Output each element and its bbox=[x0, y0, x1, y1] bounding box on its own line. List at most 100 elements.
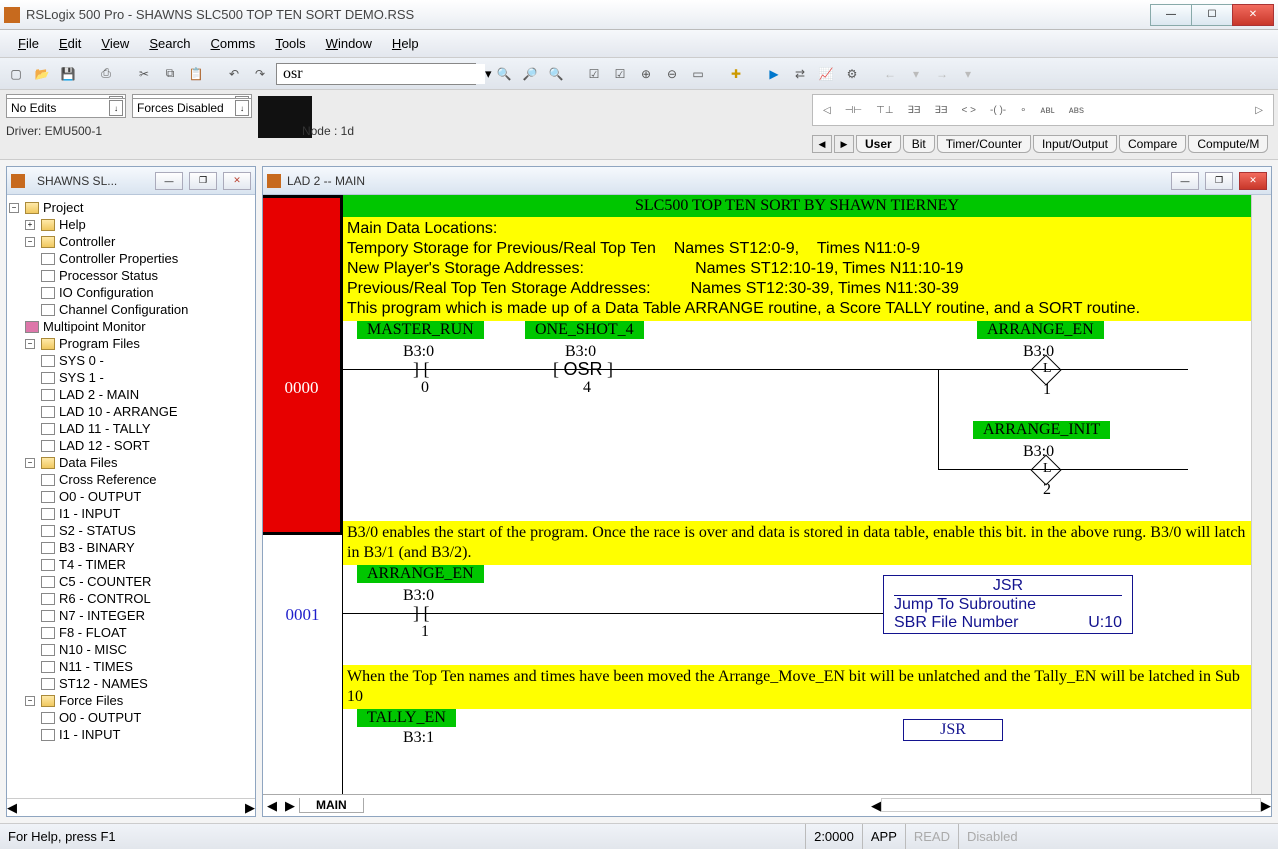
forces-disabled[interactable]: Forces Disabled↓ bbox=[132, 98, 252, 118]
open-icon[interactable]: 📂 bbox=[32, 64, 52, 84]
tree-lad10[interactable]: LAD 10 - ARRANGE bbox=[59, 404, 178, 419]
ladder-vscroll[interactable] bbox=[1251, 195, 1271, 794]
menu-file[interactable]: File bbox=[8, 34, 49, 53]
cut-icon[interactable]: ✂ bbox=[134, 64, 154, 84]
instr-icon[interactable]: ∃Ǝ bbox=[908, 105, 921, 116]
ladder-restore-button[interactable]: ❐ bbox=[1205, 172, 1233, 190]
instr-icon[interactable]: ᴀʙs bbox=[1069, 105, 1084, 116]
tab-left-icon[interactable]: ◀ bbox=[263, 798, 281, 814]
tree-i1[interactable]: I1 - INPUT bbox=[59, 506, 120, 521]
tree-o0[interactable]: O0 - OUTPUT bbox=[59, 489, 141, 504]
expander-icon[interactable]: − bbox=[25, 237, 35, 247]
menu-search[interactable]: Search bbox=[139, 34, 200, 53]
tree-fo0[interactable]: O0 - OUTPUT bbox=[59, 710, 141, 725]
tab-bit[interactable]: Bit bbox=[903, 135, 935, 153]
tab-io[interactable]: Input/Output bbox=[1033, 135, 1117, 153]
dropdown-icon[interactable]: ▾ bbox=[485, 66, 492, 82]
tree-force-files[interactable]: Force Files bbox=[59, 693, 123, 708]
menu-view[interactable]: View bbox=[91, 34, 139, 53]
tree-n11[interactable]: N11 - TIMES bbox=[59, 659, 133, 674]
instr-icon[interactable]: ᴀʙʟ bbox=[1040, 105, 1054, 116]
palette-left-icon[interactable]: ◁ bbox=[823, 105, 831, 116]
undo-icon[interactable]: ↶ bbox=[224, 64, 244, 84]
tree-close-button[interactable]: ✕ bbox=[223, 172, 251, 190]
project-tree[interactable]: −Project +Help −Controller Controller Pr… bbox=[7, 195, 255, 798]
menu-tools[interactable]: Tools bbox=[265, 34, 315, 53]
tree-chan-config[interactable]: Channel Configuration bbox=[59, 302, 188, 317]
tree-help[interactable]: Help bbox=[59, 217, 86, 232]
tree-project[interactable]: Project bbox=[43, 200, 83, 215]
find-prev-icon[interactable]: 🔍 bbox=[546, 64, 566, 84]
ladder-hscroll[interactable]: ◀▶ bbox=[364, 798, 1271, 814]
tree-xref[interactable]: Cross Reference bbox=[59, 472, 157, 487]
tree-f8[interactable]: F8 - FLOAT bbox=[59, 625, 127, 640]
tool-icon[interactable]: ⚙ bbox=[842, 64, 862, 84]
go-online-icon[interactable]: ⇄ bbox=[790, 64, 810, 84]
paste-icon[interactable]: 📋 bbox=[186, 64, 206, 84]
jsr-instruction[interactable]: JSR bbox=[903, 719, 1003, 741]
expander-icon[interactable]: − bbox=[25, 458, 35, 468]
ladder-editor[interactable]: SLC500 TOP TEN SORT BY SHAWN TIERNEY Mai… bbox=[343, 195, 1251, 794]
save-icon[interactable]: 💾 bbox=[58, 64, 78, 84]
ladder-close-button[interactable]: ✕ bbox=[1239, 172, 1267, 190]
instr-icon[interactable]: ⊣⊢ bbox=[845, 105, 862, 116]
tab-timer[interactable]: Timer/Counter bbox=[937, 135, 1031, 153]
play-icon[interactable]: ▶ bbox=[764, 64, 784, 84]
tree-sys1[interactable]: SYS 1 - bbox=[59, 370, 104, 385]
maximize-button[interactable]: ☐ bbox=[1191, 4, 1233, 26]
tab-right-icon[interactable]: ▶ bbox=[281, 798, 299, 814]
tree-n10[interactable]: N10 - MISC bbox=[59, 642, 127, 657]
tree-s2[interactable]: S2 - STATUS bbox=[59, 523, 136, 538]
verify-icon[interactable]: ☑ bbox=[584, 64, 604, 84]
jsr-instruction[interactable]: JSR Jump To Subroutine SBR File Number U… bbox=[883, 575, 1133, 634]
tree-data-files[interactable]: Data Files bbox=[59, 455, 118, 470]
redo-icon[interactable]: ↷ bbox=[250, 64, 270, 84]
tabs-left-icon[interactable]: ◀ bbox=[812, 135, 832, 153]
copy-icon[interactable]: ⧉ bbox=[160, 64, 180, 84]
rung[interactable]: ARRANGE_EN B3:0 ] [ 1 JSR Jump To Subrou… bbox=[343, 565, 1251, 665]
print-icon[interactable]: ⎙ bbox=[96, 64, 116, 84]
tree-program-files[interactable]: Program Files bbox=[59, 336, 140, 351]
tab-compute[interactable]: Compute/M bbox=[1188, 135, 1268, 153]
tree-n7[interactable]: N7 - INTEGER bbox=[59, 608, 145, 623]
tree-lad2[interactable]: LAD 2 - MAIN bbox=[59, 387, 139, 402]
palette-right-icon[interactable]: ▷ bbox=[1255, 105, 1263, 116]
ladder-tab-main[interactable]: MAIN bbox=[299, 798, 364, 813]
tree-r6[interactable]: R6 - CONTROL bbox=[59, 591, 151, 606]
add-icon[interactable]: ✚ bbox=[726, 64, 746, 84]
tree-restore-button[interactable]: ❐ bbox=[189, 172, 217, 190]
menu-edit[interactable]: Edit bbox=[49, 34, 91, 53]
tree-lad11[interactable]: LAD 11 - TALLY bbox=[59, 421, 151, 436]
tab-user[interactable]: User bbox=[856, 135, 901, 153]
tabs-right-icon[interactable]: ▶ bbox=[834, 135, 854, 153]
tree-fi1[interactable]: I1 - INPUT bbox=[59, 727, 120, 742]
find-icon[interactable]: 🔍 bbox=[494, 64, 514, 84]
selection-marker[interactable]: 0000 bbox=[263, 195, 343, 535]
tree-st12[interactable]: ST12 - NAMES bbox=[59, 676, 148, 691]
tree-t4[interactable]: T4 - TIMER bbox=[59, 557, 126, 572]
tree-controller[interactable]: Controller bbox=[59, 234, 115, 249]
new-icon[interactable]: ▢ bbox=[6, 64, 26, 84]
zoom-in-icon[interactable]: ⊕ bbox=[636, 64, 656, 84]
expander-icon[interactable]: + bbox=[25, 220, 35, 230]
window-icon[interactable]: ▭ bbox=[688, 64, 708, 84]
instr-icon[interactable]: ∃Ǝ bbox=[935, 105, 948, 116]
menu-window[interactable]: Window bbox=[316, 34, 382, 53]
tree-c5[interactable]: C5 - COUNTER bbox=[59, 574, 151, 589]
nav-back-icon[interactable]: ← bbox=[880, 64, 900, 84]
rung[interactable]: TALLY_EN B3:1 JSR bbox=[343, 709, 1251, 739]
expander-icon[interactable]: − bbox=[9, 203, 19, 213]
menu-help[interactable]: Help bbox=[382, 34, 429, 53]
search-box[interactable]: ▾ bbox=[276, 63, 476, 85]
minimize-button[interactable]: — bbox=[1150, 4, 1192, 26]
tree-sys0[interactable]: SYS 0 - bbox=[59, 353, 104, 368]
instr-icon[interactable]: -( )- bbox=[990, 105, 1006, 116]
instr-icon[interactable]: < > bbox=[962, 105, 976, 116]
histogram-icon[interactable]: 📈 bbox=[816, 64, 836, 84]
verify-all-icon[interactable]: ☑ bbox=[610, 64, 630, 84]
tree-b3[interactable]: B3 - BINARY bbox=[59, 540, 135, 555]
tree-proc-status[interactable]: Processor Status bbox=[59, 268, 158, 283]
zoom-out-icon[interactable]: ⊖ bbox=[662, 64, 682, 84]
nav-back-menu-icon[interactable]: ▾ bbox=[906, 64, 926, 84]
expander-icon[interactable]: − bbox=[25, 696, 35, 706]
